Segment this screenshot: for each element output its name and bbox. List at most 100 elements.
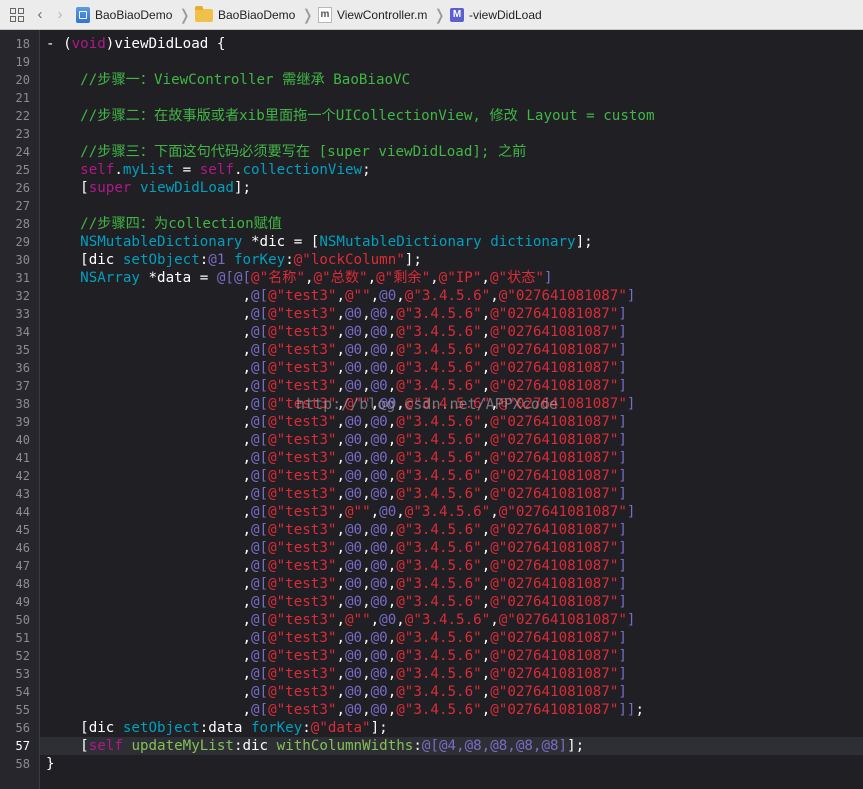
m-file-icon: m	[317, 6, 332, 23]
code-line[interactable]: 30 [dic setObject:@1 forKey:@"lockColumn…	[0, 251, 863, 269]
code-line[interactable]: 46 ,@[@"test3",@0,@0,@"3.4.5.6",@"027641…	[0, 539, 863, 557]
code-token: @"027641081087"	[490, 522, 619, 538]
code-token: ,	[387, 684, 397, 700]
code-line[interactable]: 24 //步骤三：下面这句代码必须要写在 [super viewDidLoad]…	[0, 143, 863, 161]
related-items-grid-icon[interactable]	[0, 0, 30, 29]
code-line[interactable]: 28 //步骤四：为collection赋值	[0, 215, 863, 233]
code-text: ,@[@"test3",@0,@0,@"3.4.5.6",@"027641081…	[46, 557, 627, 575]
line-number: 57	[15, 739, 30, 753]
code-line[interactable]: 20 //步骤一：ViewController 需继承 BaoBiaoVC	[0, 71, 863, 89]
code-token: @0	[344, 432, 363, 448]
code-token: @"027641081087"	[490, 684, 619, 700]
code-token: ,	[481, 702, 491, 718]
code-line[interactable]: 47 ,@[@"test3",@0,@0,@"3.4.5.6",@"027641…	[0, 557, 863, 575]
code-text: [dic setObject:@1 forKey:@"lockColumn"];	[46, 251, 422, 269]
code-token: ,	[387, 522, 397, 538]
code-token: @0	[370, 486, 388, 502]
code-token: ]	[618, 558, 627, 574]
breadcrumb-group[interactable]: BaoBiaoDemo	[194, 0, 296, 29]
code-line[interactable]: 26 [super viewDidLoad];	[0, 179, 863, 197]
line-number: 40	[15, 433, 30, 447]
code-line[interactable]: 23	[0, 125, 863, 143]
code-line[interactable]: 51 ,@[@"test3",@0,@0,@"3.4.5.6",@"027641…	[0, 629, 863, 647]
code-token: @"3.4.5.6"	[404, 396, 491, 412]
code-line[interactable]: 41 ,@[@"test3",@0,@0,@"3.4.5.6",@"027641…	[0, 449, 863, 467]
line-number: 37	[15, 379, 30, 393]
code-token: @0	[344, 702, 363, 718]
code-line[interactable]: 19	[0, 53, 863, 71]
breadcrumb-project[interactable]: BaoBiaoDemo	[76, 0, 172, 29]
code-line[interactable]: 25 self.myList = self.collectionView;	[0, 161, 863, 179]
code-line[interactable]: 27	[0, 197, 863, 215]
line-number: 35	[15, 343, 30, 357]
code-line[interactable]: 49 ,@[@"test3",@0,@0,@"3.4.5.6",@"027641…	[0, 593, 863, 611]
code-token: @[	[251, 414, 269, 430]
code-text: ,@[@"test3",@0,@0,@"3.4.5.6",@"027641081…	[46, 341, 626, 359]
code-token: @"3.4.5.6"	[396, 630, 482, 646]
code-line[interactable]: 42 ,@[@"test3",@0,@0,@"3.4.5.6",@"027641…	[0, 467, 863, 485]
breadcrumb-file[interactable]: m ViewController.m	[317, 0, 427, 29]
code-token: ,	[336, 342, 345, 358]
code-line[interactable]: 54 ,@[@"test3",@0,@0,@"3.4.5.6",@"027641…	[0, 683, 863, 701]
code-token: ,	[362, 378, 371, 394]
code-line[interactable]: 29 NSMutableDictionary *dic = [NSMutable…	[0, 233, 863, 251]
forward-arrow-icon[interactable]: ›	[50, 0, 70, 29]
code-line[interactable]: 31 NSArray *data = @[@[@"名称",@"总数",@"剩余"…	[0, 269, 863, 287]
code-token: @[	[251, 396, 269, 412]
code-token: @0	[370, 432, 388, 448]
code-line[interactable]: 53 ,@[@"test3",@0,@0,@"3.4.5.6",@"027641…	[0, 665, 863, 683]
code-line[interactable]: 52 ,@[@"test3",@0,@0,@"3.4.5.6",@"027641…	[0, 647, 863, 665]
code-token: @0	[370, 414, 388, 430]
code-token: - (	[46, 36, 72, 52]
code-line[interactable]: 34 ,@[@"test3",@0,@0,@"3.4.5.6",@"027641…	[0, 323, 863, 341]
code-line[interactable]: 50 ,@[@"test3",@"",@0,@"3.4.5.6",@"02764…	[0, 611, 863, 629]
code-line[interactable]: 45 ,@[@"test3",@0,@0,@"3.4.5.6",@"027641…	[0, 521, 863, 539]
code-line[interactable]: 38 ,@[@"test3",@"",@0,@"3.4.5.6",@"02764…	[0, 395, 863, 413]
code-line[interactable]: 43 ,@[@"test3",@0,@0,@"3.4.5.6",@"027641…	[0, 485, 863, 503]
code-line[interactable]: 48 ,@[@"test3",@0,@0,@"3.4.5.6",@"027641…	[0, 575, 863, 593]
code-token: ,	[370, 396, 380, 412]
code-line[interactable]: 32 ,@[@"test3",@"",@0,@"3.4.5.6",@"02764…	[0, 287, 863, 305]
source-editor[interactable]: 18 - (void)viewDidLoad {19 20 //步骤一：ViewCo…	[0, 30, 863, 789]
code-line[interactable]: 39 ,@[@"test3",@0,@0,@"3.4.5.6",@"027641…	[0, 413, 863, 431]
breadcrumb-group-label: BaoBiaoDemo	[217, 7, 296, 22]
code-token: ,	[46, 594, 251, 610]
code-token: @[	[251, 486, 269, 502]
code-line[interactable]: 33 ,@[@"test3",@0,@0,@"3.4.5.6",@"027641…	[0, 305, 863, 323]
code-line[interactable]: 40 ,@[@"test3",@0,@0,@"3.4.5.6",@"027641…	[0, 431, 863, 449]
code-line[interactable]: 35 ,@[@"test3",@0,@0,@"3.4.5.6",@"027641…	[0, 341, 863, 359]
code-line[interactable]: 21	[0, 89, 863, 107]
code-token: ]	[626, 612, 636, 628]
code-line[interactable]: 18 - (void)viewDidLoad {	[0, 35, 863, 53]
code-line[interactable]: 36 ,@[@"test3",@0,@0,@"3.4.5.6",@"027641…	[0, 359, 863, 377]
code-token: ,	[336, 306, 345, 322]
code-token: @"总数"	[313, 270, 368, 286]
code-token: ,	[336, 702, 345, 718]
line-number: 43	[15, 487, 30, 501]
code-token: ,	[336, 288, 345, 304]
code-token: @0	[370, 450, 388, 466]
code-token: ,	[490, 288, 499, 304]
code-line[interactable]: 56 [dic setObject:data forKey:@"data"];	[0, 719, 863, 737]
code-token: )viewDidLoad {	[105, 36, 226, 52]
code-text: ,@[@"test3",@0,@0,@"3.4.5.6",@"027641081…	[46, 449, 626, 467]
code-line[interactable]: 37 ,@[@"test3",@0,@0,@"3.4.5.6",@"027641…	[0, 377, 863, 395]
code-token: @[	[251, 612, 269, 628]
code-line[interactable]: 22 //步骤二：在故事版或者xib里面拖一个UICollectionView,…	[0, 107, 863, 125]
code-token: ,	[370, 504, 380, 520]
code-token: @0	[370, 306, 388, 322]
code-line[interactable]: 57 [self updateMyList:dic withColumnWidt…	[0, 737, 863, 755]
code-line[interactable]: 44 ,@[@"test3",@"",@0,@"3.4.5.6",@"02764…	[0, 503, 863, 521]
line-number: 55	[15, 703, 30, 717]
code-line[interactable]: 58}	[0, 755, 863, 773]
code-token: @"3.4.5.6"	[404, 612, 491, 628]
code-token: @0	[344, 378, 363, 394]
breadcrumb-method[interactable]: M -viewDidLoad	[450, 0, 542, 29]
code-token: @"test3"	[268, 576, 337, 592]
code-token: @"027641081087"	[490, 450, 619, 466]
code-token: =	[174, 162, 200, 178]
back-arrow-icon[interactable]: ‹	[30, 0, 50, 29]
code-line[interactable]: 55 ,@[@"test3",@0,@0,@"3.4.5.6",@"027641…	[0, 701, 863, 719]
